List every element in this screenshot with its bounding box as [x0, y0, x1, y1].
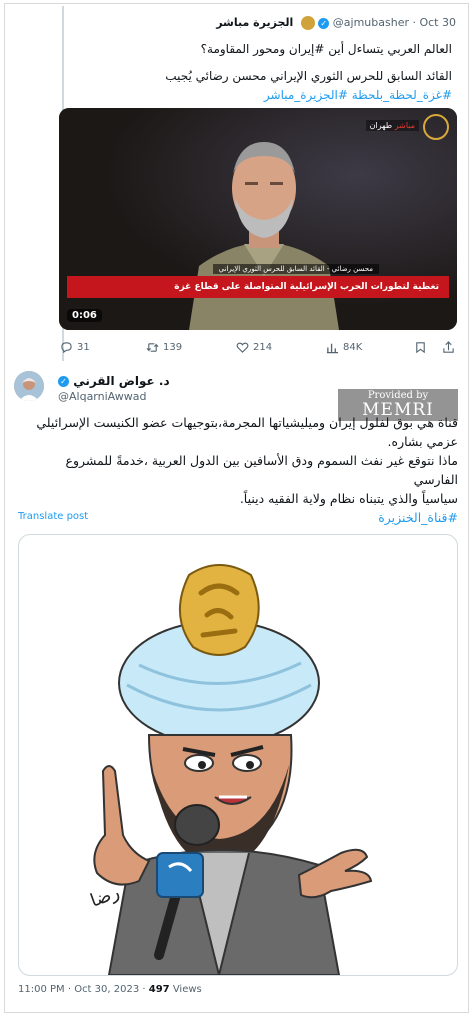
tweet-views-label: Views [172, 984, 202, 995]
reply-count: 31 [77, 342, 90, 353]
views-button[interactable]: 84K [326, 341, 362, 354]
repost-icon [146, 343, 159, 352]
avatar[interactable] [14, 371, 44, 401]
tweet-text-line-4: سياسياً والذي يتبناه نظام ولاية الفقيه د… [239, 491, 458, 506]
video-player[interactable]: مباشر طهران محسن رضائي - القائد السابق ل… [59, 108, 457, 330]
like-button[interactable]: 214 [236, 341, 272, 354]
action-bar: 31 139 214 84K [58, 340, 463, 358]
quoted-tweet-header: الجزيرة مباشر ✓ @ajmubasher · Oct 30 [216, 16, 456, 30]
cartoon-illustration: الجزيرة رضا [88, 564, 373, 975]
video-speaker-image [189, 142, 339, 330]
repost-count: 139 [163, 342, 183, 353]
verified-badge-icon: ✓ [58, 376, 69, 387]
tweet-text-line-1: قناة هي بوق لفلول إيران وميليشياتها المج… [36, 415, 458, 430]
views-chart-icon [326, 343, 339, 354]
cartoon-image[interactable]: الجزيرة رضا [18, 534, 458, 976]
tweet-meta: 11:00 PM · Oct 30, 2023 · 497 Views [18, 984, 202, 995]
reply-button[interactable]: 31 [60, 341, 90, 354]
tweet-display-name[interactable]: د. عواض القرني ✓ [58, 374, 198, 388]
channel-logo-icon [423, 114, 449, 140]
video-lower-third-headline: تغطية لتطورات الحرب الإسرائيلية المتواصل… [67, 276, 449, 298]
quoted-tweet-text: العالم العربي يتساءل أين #إيران ومحور ال… [72, 40, 452, 105]
tweet-text-line-2: عزمي بشاره. [387, 434, 458, 449]
tweet-text-line-3: ماذا نتوقع غير نفث السموم ودق الأسافين ب… [65, 453, 459, 487]
video-channel-tag: مباشر طهران [365, 120, 419, 131]
quoted-hashtags[interactable]: #غزة_لحظة_بلحظة #الجزيرة_مباشر [72, 86, 452, 105]
cartoon-signature: رضا [88, 882, 123, 912]
quoted-date[interactable]: · Oct 30 [412, 16, 456, 29]
tweet-handle[interactable]: @AlqarniAwwad [58, 390, 146, 403]
quoted-line-2: القائد السابق للحرس الثوري الإيراني محسن… [165, 69, 452, 83]
tweet-text: قناة هي بوق لفلول إيران وميليشياتها المج… [18, 413, 458, 527]
share-button[interactable] [442, 341, 455, 354]
verified-badge-icon: ✓ [318, 17, 330, 29]
tweet-views-count: 497 [148, 984, 170, 995]
quoted-handle[interactable]: @ajmubasher [333, 16, 409, 29]
heart-icon [236, 342, 249, 353]
quoted-line-1: العالم العربي يتساءل أين #إيران ومحور ال… [200, 42, 452, 56]
quoted-avatar[interactable] [300, 16, 315, 30]
views-count: 84K [343, 342, 363, 353]
video-duration: 0:06 [67, 309, 102, 322]
share-icon [443, 341, 454, 353]
tweet-timestamp[interactable]: 11:00 PM · Oct 30, 2023 · [18, 984, 146, 995]
bookmark-button[interactable] [414, 341, 427, 354]
reply-icon [61, 342, 72, 354]
bookmark-icon [416, 342, 425, 354]
like-count: 214 [253, 342, 273, 353]
user-avatar-image [14, 371, 44, 401]
translate-post-link[interactable]: Translate post [18, 511, 88, 522]
video-lower-third-name: محسن رضائي - القائد السابق للحرس الثوري … [212, 264, 379, 274]
quoted-display-name[interactable]: الجزيرة مباشر [216, 16, 293, 29]
repost-button[interactable]: 139 [146, 341, 182, 354]
